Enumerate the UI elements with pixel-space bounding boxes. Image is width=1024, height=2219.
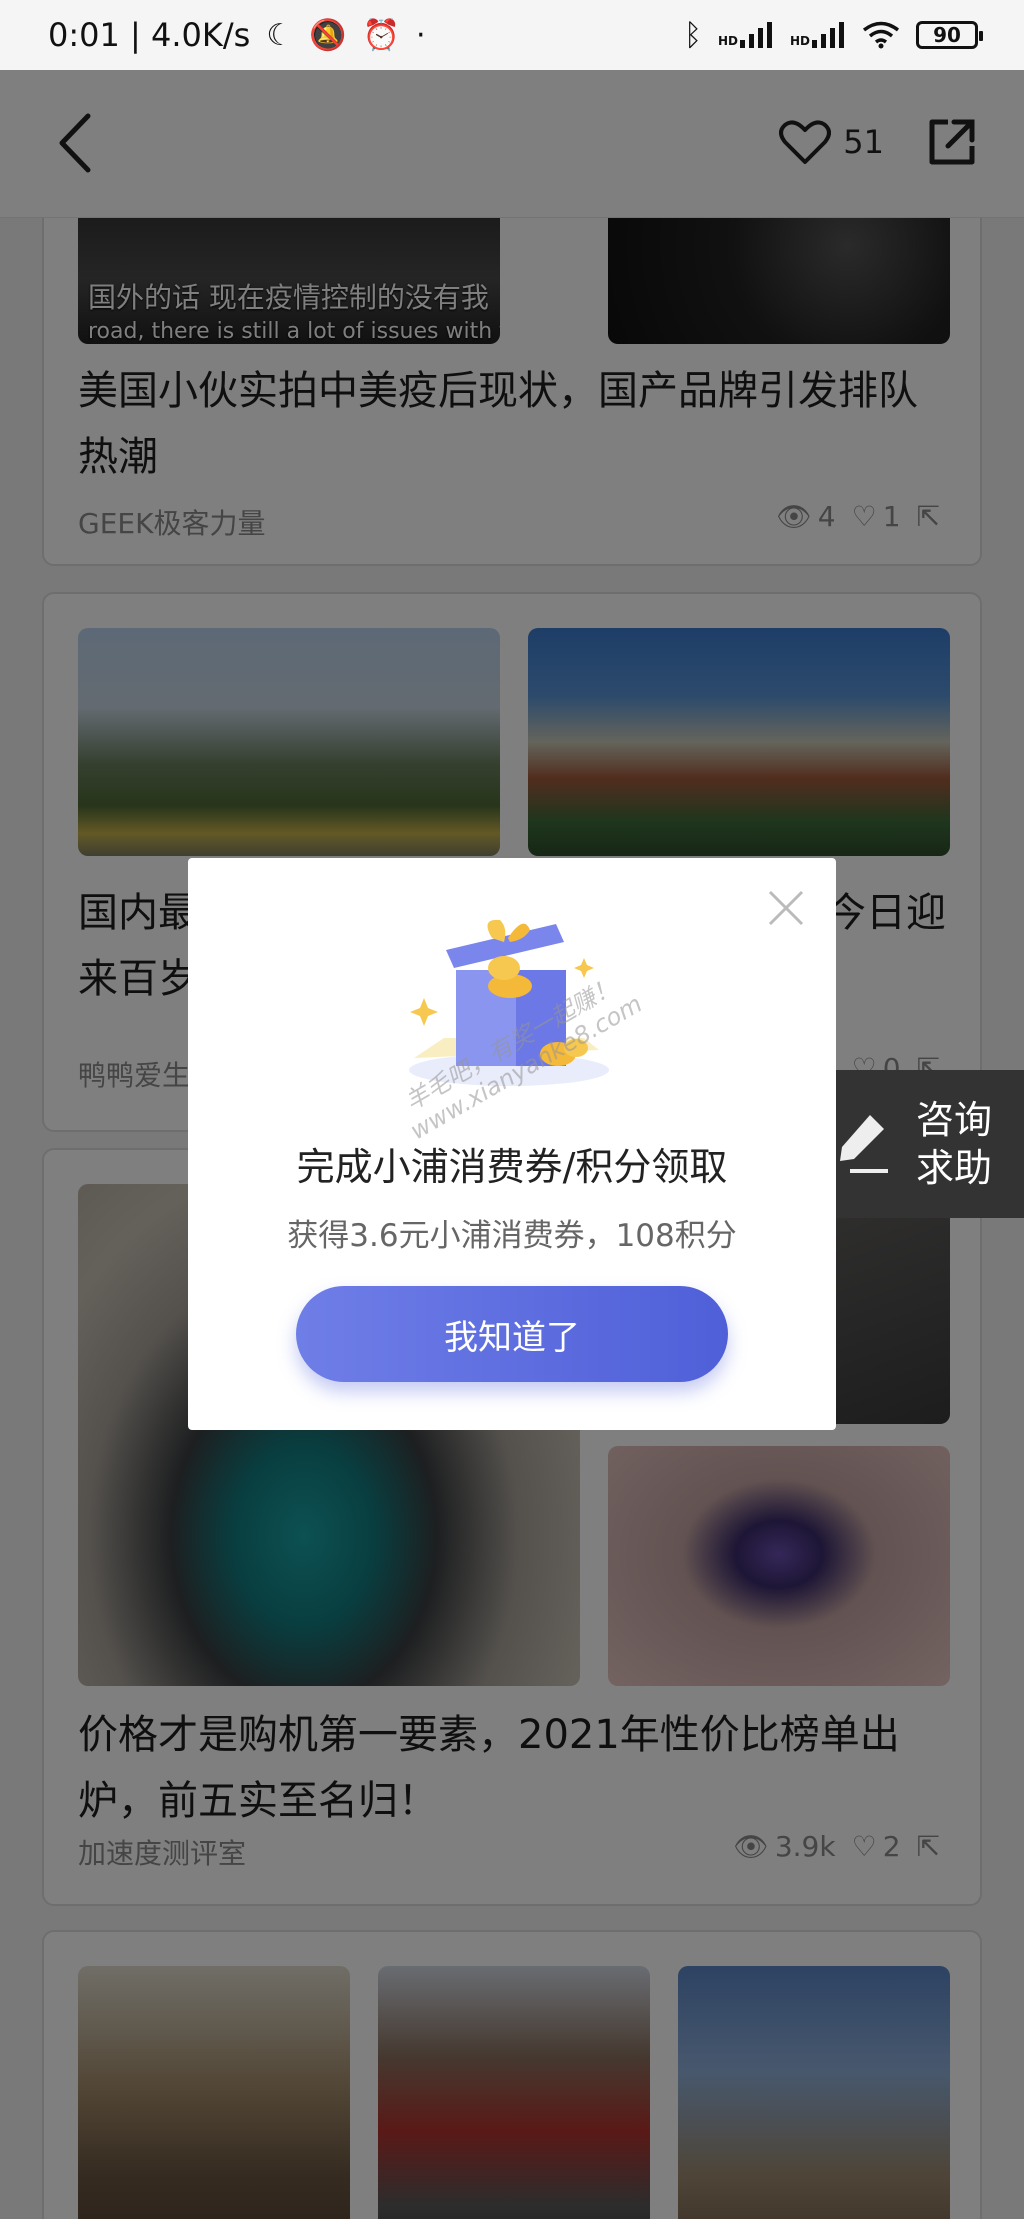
hd-label: HD: [717, 34, 738, 48]
hd-signal-icon: HD: [718, 22, 774, 48]
status-right: ᛒ HD HD 90: [683, 17, 983, 53]
status-left: 0:01 | 4.0K/s ☾ 🔕 ⏰ ·: [48, 16, 425, 54]
mute-icon: 🔕: [309, 17, 347, 53]
gift-box-illustration: [409, 919, 609, 1086]
pencil-icon: [840, 1115, 888, 1173]
confirm-button[interactable]: 我知道了: [296, 1286, 728, 1382]
consult-help-button[interactable]: 咨询求助: [820, 1070, 1024, 1218]
battery-indicator: 90: [916, 21, 983, 49]
moon-icon: ☾: [266, 17, 294, 53]
alarm-icon: ⏰: [362, 17, 400, 53]
hd-label: HD: [789, 34, 810, 48]
status-bar: 0:01 | 4.0K/s ☾ 🔕 ⏰ · ᛒ HD HD 90: [0, 0, 1024, 70]
status-time-speed: 0:01 | 4.0K/s: [48, 16, 251, 54]
close-icon[interactable]: [766, 888, 806, 928]
dialog-title: 完成小浦消费券/积分领取: [296, 1145, 728, 1189]
reward-dialog: 羊毛吧，有奖一起赚！ www.xianyanke8.com 完成小浦消费券/积分…: [188, 858, 836, 1430]
consult-label: 咨询求助: [915, 1098, 992, 1190]
dialog-subtitle: 获得3.6元小浦消费券，108积分: [287, 1218, 737, 1254]
dot-icon: ·: [415, 17, 426, 53]
hd-signal-icon: HD: [790, 22, 846, 48]
bluetooth-icon: ᛒ: [683, 17, 702, 53]
wifi-icon: [862, 21, 900, 49]
